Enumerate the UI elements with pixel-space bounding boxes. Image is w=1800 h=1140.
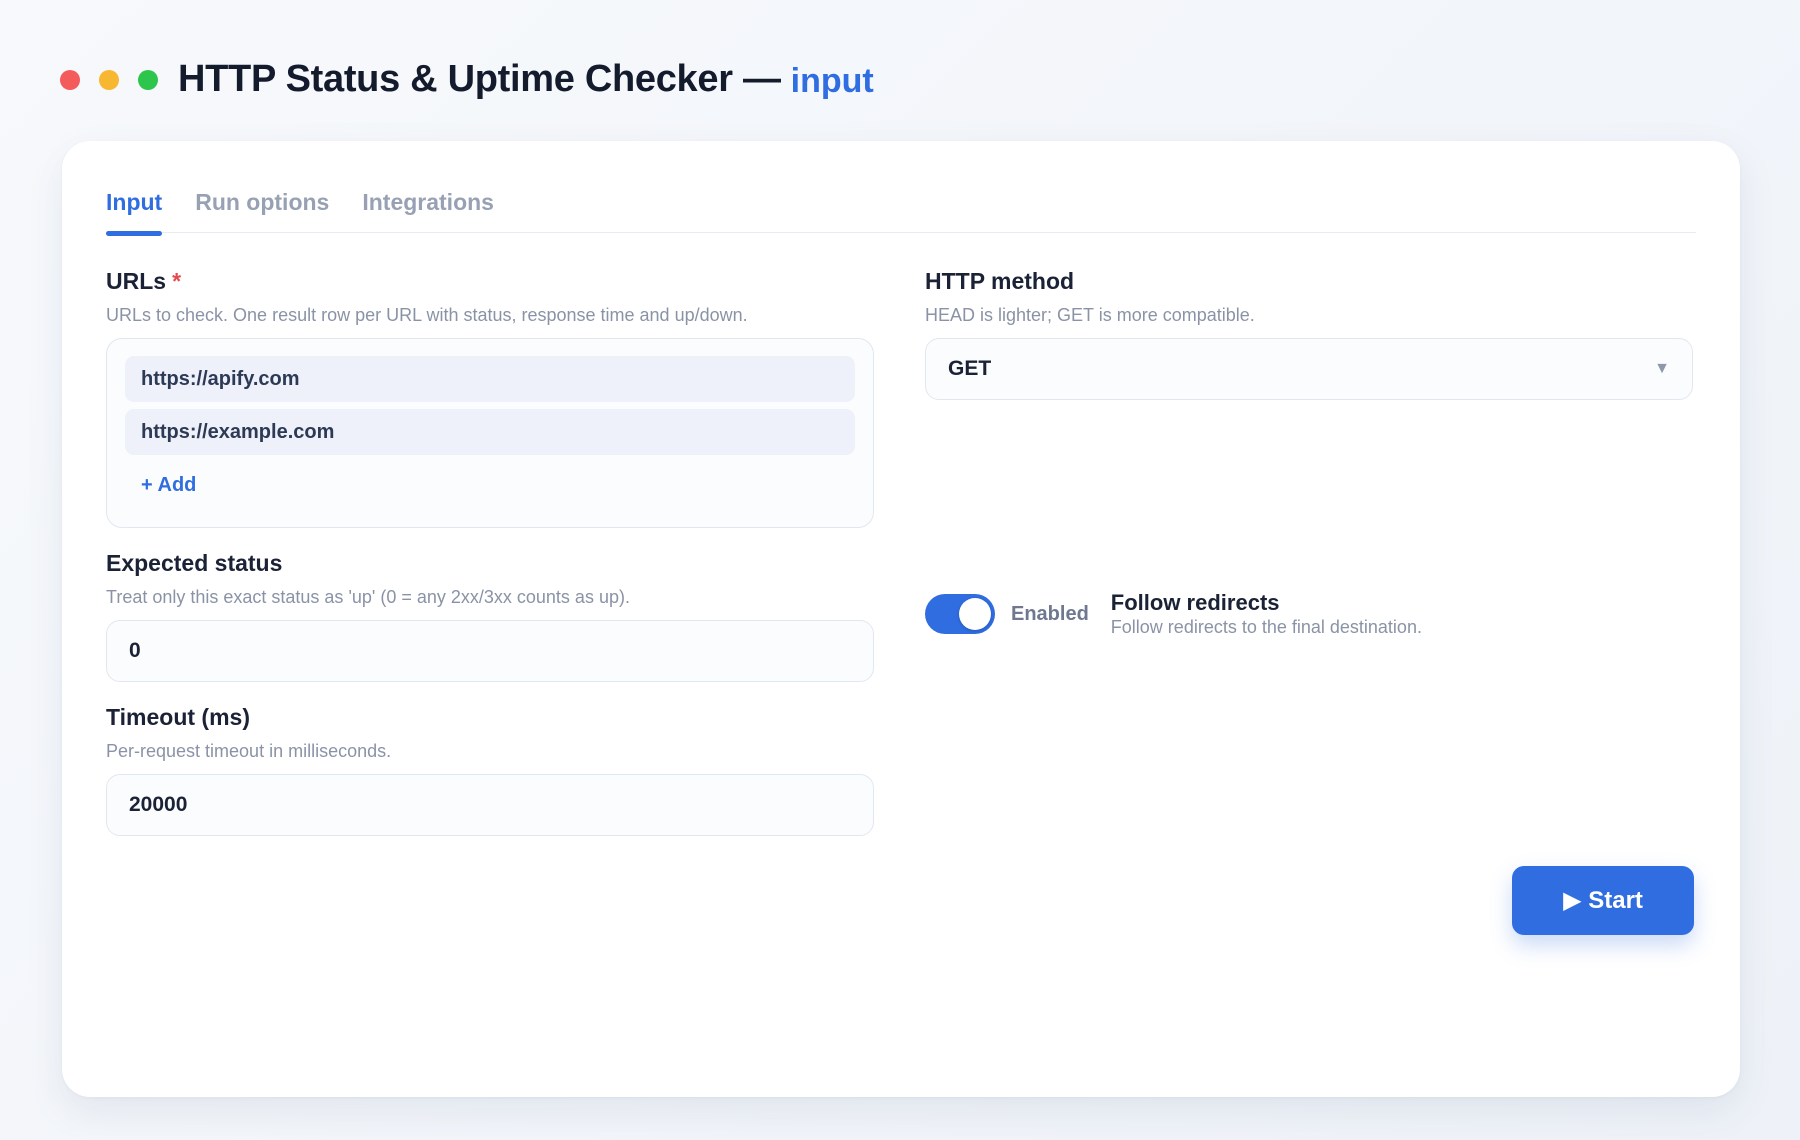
url-item[interactable]: https://apify.com bbox=[125, 356, 855, 402]
tab-run-options[interactable]: Run options bbox=[195, 177, 329, 233]
expected-status-label: Expected status bbox=[106, 550, 283, 576]
follow-redirects-toggle[interactable] bbox=[925, 594, 995, 634]
maximize-window-button[interactable] bbox=[138, 69, 158, 90]
tab-input[interactable]: Input bbox=[106, 177, 163, 236]
http-method-field: HTTP method HEAD is lighter; GET is more… bbox=[925, 268, 1693, 400]
urls-list: https://apify.com https://example.com + … bbox=[106, 338, 874, 528]
follow-redirects-field: Enabled Follow redirects Follow redirect… bbox=[925, 590, 1422, 638]
close-window-button[interactable] bbox=[60, 69, 80, 90]
app-title: HTTP Status & Uptime Checker — bbox=[178, 58, 781, 100]
urls-label: URLs * bbox=[106, 268, 182, 294]
add-url-button[interactable]: + Add bbox=[125, 462, 212, 509]
expected-status-description: Treat only this exact status as 'up' (0 … bbox=[106, 587, 630, 607]
url-item[interactable]: https://example.com bbox=[125, 409, 855, 455]
app-subtitle: input bbox=[790, 62, 874, 100]
timeout-field: Timeout (ms) Per-request timeout in mill… bbox=[106, 704, 874, 836]
input-form-card: Input Run options Integrations URLs * URL… bbox=[62, 141, 1740, 1097]
follow-redirects-description: Follow redirects to the final destinatio… bbox=[1110, 617, 1422, 637]
timeout-description: Per-request timeout in milliseconds. bbox=[106, 741, 392, 761]
timeout-input[interactable]: 20000 bbox=[106, 774, 874, 836]
timeout-label: Timeout (ms) bbox=[106, 704, 250, 730]
toggle-knob bbox=[959, 598, 991, 630]
expected-status-input[interactable]: 0 bbox=[106, 620, 874, 682]
urls-description: URLs to check. One result row per URL wi… bbox=[106, 305, 748, 325]
chevron-down-icon: ▼ bbox=[1654, 360, 1670, 377]
start-button[interactable]: ▶ Start bbox=[1512, 866, 1694, 935]
expected-status-field: Expected status Treat only this exact st… bbox=[106, 550, 874, 682]
window-titlebar: HTTP Status & Uptime Checker — input bbox=[60, 58, 874, 101]
toggle-state-label: Enabled bbox=[1011, 602, 1089, 625]
http-method-value: GET bbox=[948, 357, 992, 380]
urls-field: URLs * URLs to check. One result row per … bbox=[106, 268, 874, 528]
tab-bar: Input Run options Integrations bbox=[106, 177, 1696, 236]
tab-integrations[interactable]: Integrations bbox=[362, 177, 494, 233]
http-method-label: HTTP method bbox=[925, 268, 1075, 294]
minimize-window-button[interactable] bbox=[99, 69, 119, 90]
required-mark: * bbox=[172, 268, 182, 294]
follow-redirects-label: Follow redirects bbox=[1110, 590, 1280, 615]
http-method-select[interactable]: GET ▼ bbox=[925, 338, 1693, 400]
http-method-description: HEAD is lighter; GET is more compatible. bbox=[925, 305, 1255, 325]
